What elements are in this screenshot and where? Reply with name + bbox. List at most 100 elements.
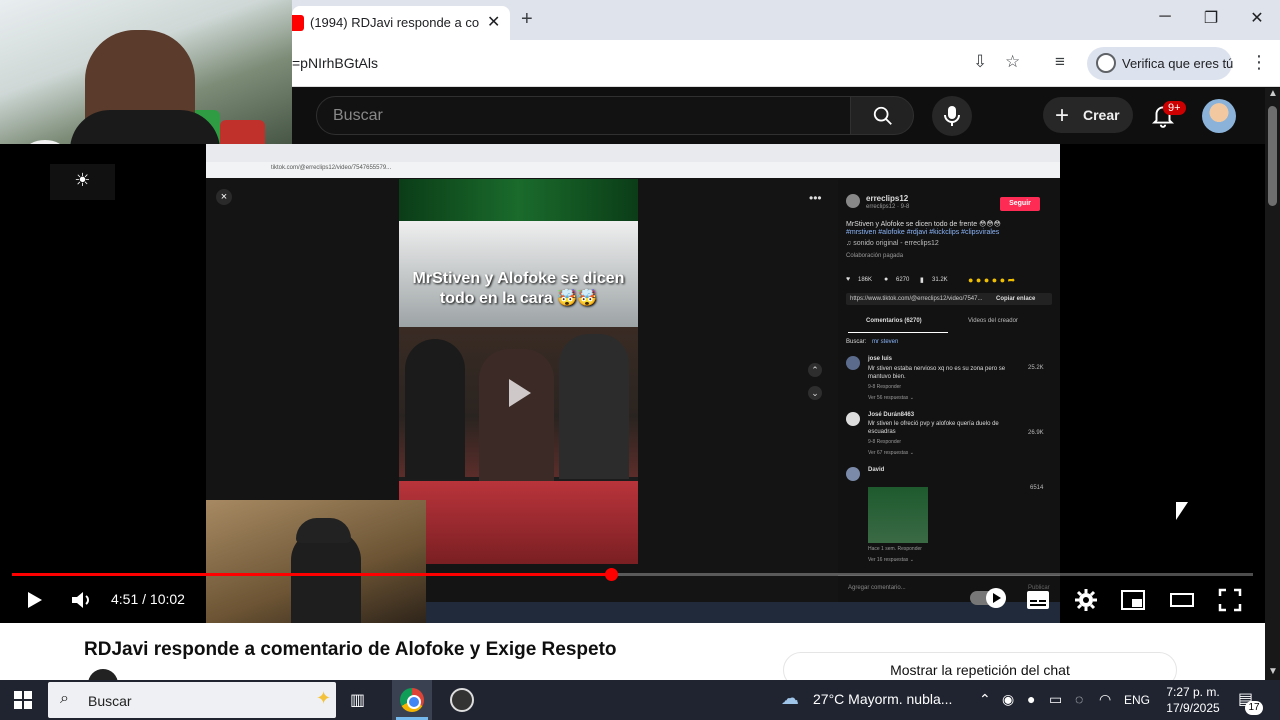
comment-replies: Ver 56 respuestas ⌄ <box>868 395 914 401</box>
comment-likes: 26.9K <box>1028 430 1044 436</box>
weather-cloud-icon[interactable]: ☁ <box>781 688 799 709</box>
taskbar-search-text: Buscar <box>88 693 132 709</box>
miniplayer-icon[interactable] <box>1121 590 1145 610</box>
autoplay-play-icon <box>993 593 1001 603</box>
security-icon[interactable]: ◌ <box>1075 691 1083 707</box>
system-clock[interactable]: 7:27 p. m. 17/9/2025 <box>1158 684 1228 716</box>
clock-time: 7:27 p. m. <box>1166 685 1220 699</box>
volume-icon[interactable] <box>70 589 94 611</box>
language-indicator[interactable]: ENG <box>1124 693 1150 707</box>
tiktok-copy-link: Copiar enlace <box>996 296 1036 302</box>
comment-user: jose luis <box>868 356 893 362</box>
restore-button[interactable]: ❐ <box>1196 8 1226 28</box>
tab-close-icon[interactable]: ✕ <box>487 12 500 32</box>
embedded-url-bar: tiktok.com/@erreclips12/video/7547655579… <box>206 162 1060 178</box>
tiktok-follow-button: Seguir <box>1000 197 1040 211</box>
obs-app-icon[interactable] <box>450 688 474 712</box>
tiktok-person-center <box>479 349 554 489</box>
fullscreen-icon[interactable] <box>1218 588 1242 612</box>
notification-count: 17 <box>1245 701 1263 715</box>
windows-start-icon[interactable] <box>14 691 32 709</box>
tiktok-play-icon <box>509 379 531 407</box>
scroll-thumb[interactable] <box>1268 106 1277 206</box>
record-icon[interactable]: ◉ <box>1002 691 1014 708</box>
subtitles-icon[interactable] <box>1026 590 1050 610</box>
notification-count-badge: 9+ <box>1163 101 1186 115</box>
media-controls-icon[interactable]: ≡ <box>1055 52 1065 72</box>
embedded-webcam-person <box>291 530 361 623</box>
tiktok-tab-comments: Comentarios (6270) <box>866 318 922 324</box>
autoplay-toggle[interactable] <box>970 588 1006 608</box>
tiktok-video-frame: MrStiven y Alofoke se dicen todo en la c… <box>399 179 638 564</box>
brightness-icon: ☀ <box>50 164 115 200</box>
time-display: 4:51 / 10:02 <box>111 591 185 607</box>
profile-verify-icon <box>1096 53 1116 73</box>
comment-text: Mr stiven le ofreció pvp y alofoke querí… <box>868 421 999 435</box>
address-bar[interactable]: =pNIrhBGtAls <box>292 55 378 71</box>
weather-text[interactable]: 27°C Mayorm. nubla... <box>813 691 952 707</box>
tiktok-search-term: mr steven <box>872 339 899 345</box>
browser-tab-youtube[interactable]: (1994) RDJavi responde a come ✕ <box>292 6 510 40</box>
chrome-app-icon[interactable] <box>400 688 424 712</box>
tiktok-video-top-banner <box>399 179 638 221</box>
comment-replies: Ver 67 respuestas ⌄ <box>868 450 914 456</box>
minimize-button[interactable]: ─ <box>1150 8 1180 26</box>
video-player[interactable]: ☀ tiktok.com/@erreclips12/video/75476555… <box>0 144 1265 623</box>
browser-menu-icon[interactable]: ⋮ <box>1250 52 1268 73</box>
tiktok-search-label: Buscar: <box>846 339 867 345</box>
search-button[interactable] <box>850 96 914 135</box>
settings-gear-icon[interactable] <box>1074 588 1098 612</box>
tiktok-video-caption: MrStiven y Alofoke se dicen todo en la c… <box>412 270 625 307</box>
verify-identity-button[interactable]: Verifica que eres tú <box>1087 47 1234 80</box>
account-avatar[interactable] <box>1202 99 1236 133</box>
verify-label: Verifica que eres tú <box>1122 56 1234 71</box>
embedded-url: tiktok.com/@erreclips12/video/7547655579… <box>271 165 392 171</box>
task-view-icon[interactable]: ▥ <box>350 690 365 710</box>
youtube-header: Buscar + Crear 9+ <box>292 88 1280 144</box>
windows-taskbar: ⌕ Buscar ✦ ▥ ☁ 27°C Mayorm. nubla... ⌃ ◉… <box>0 680 1280 720</box>
install-app-icon[interactable]: ⇩ <box>973 52 987 72</box>
tiktok-share-url: https://www.tiktok.com/@erreclips12/vide… <box>850 296 983 302</box>
tiktok-comments-count: 6270 <box>896 277 910 283</box>
tiktok-author-handle: erreclips12 <box>866 194 909 203</box>
tiktok-comment-icon: ● <box>884 276 889 283</box>
tiktok-more-icon: ••• <box>809 191 822 205</box>
embedded-webcam <box>206 500 426 623</box>
tiktok-sidebar: erreclips12 erreclips12 · 9-8 Seguir MrS… <box>838 180 1060 623</box>
comment-user: José Durán8463 <box>868 412 915 418</box>
tiktok-author-sub: erreclips12 · 9-8 <box>866 204 910 210</box>
tiktok-tab-creator-videos: Videos del creador <box>968 318 1018 324</box>
comment-text: Mr stiven estaba nervioso xq no es su zo… <box>868 366 1006 380</box>
search-highlight-icon: ✦ <box>316 688 332 708</box>
tiktok-like-icon: ♥ <box>846 276 851 283</box>
voice-search-button[interactable] <box>932 96 972 136</box>
comment-image <box>868 487 928 543</box>
wifi-icon[interactable]: ◠ <box>1099 691 1111 708</box>
new-tab-button[interactable]: + <box>521 8 533 31</box>
bookmark-star-icon[interactable]: ☆ <box>1005 52 1020 72</box>
search-icon <box>873 106 892 125</box>
play-icon[interactable] <box>24 590 44 610</box>
comment-likes: 25.2K <box>1028 365 1044 371</box>
tiktok-add-comment: Agregar comentario... <box>848 585 906 591</box>
scroll-down-icon[interactable]: ▼ <box>1268 666 1278 677</box>
youtube-favicon-icon <box>292 15 304 31</box>
taskbar-search-box[interactable]: ⌕ Buscar ✦ <box>48 682 336 718</box>
create-button[interactable]: + Crear <box>1043 97 1133 133</box>
youtube-search-input[interactable]: Buscar <box>316 96 851 135</box>
microphone-tray-icon[interactable]: ● <box>1027 691 1035 707</box>
scroll-up-icon[interactable]: ▲ <box>1268 88 1278 99</box>
autoplay-knob <box>986 588 1006 608</box>
battery-icon[interactable]: ▭ <box>1049 691 1062 708</box>
tiktok-person-right <box>559 334 629 479</box>
show-hidden-icons[interactable]: ⌃ <box>979 691 991 708</box>
theater-mode-icon[interactable] <box>1170 592 1194 608</box>
page-scrollbar[interactable]: ▲ ▼ <box>1265 88 1280 680</box>
comment-meta: 9-8 Responder <box>868 439 902 445</box>
close-window-button[interactable]: ✕ <box>1242 8 1272 28</box>
tiktok-tab-underline <box>848 332 948 333</box>
tiktok-description: MrStiven y Alofoke se dicen todo de fren… <box>846 221 1001 228</box>
comment-likes: 6514 <box>1030 485 1044 491</box>
tiktok-sound: ♫ sonido original - erreclips12 <box>846 240 939 247</box>
progress-bar[interactable] <box>12 568 1253 581</box>
